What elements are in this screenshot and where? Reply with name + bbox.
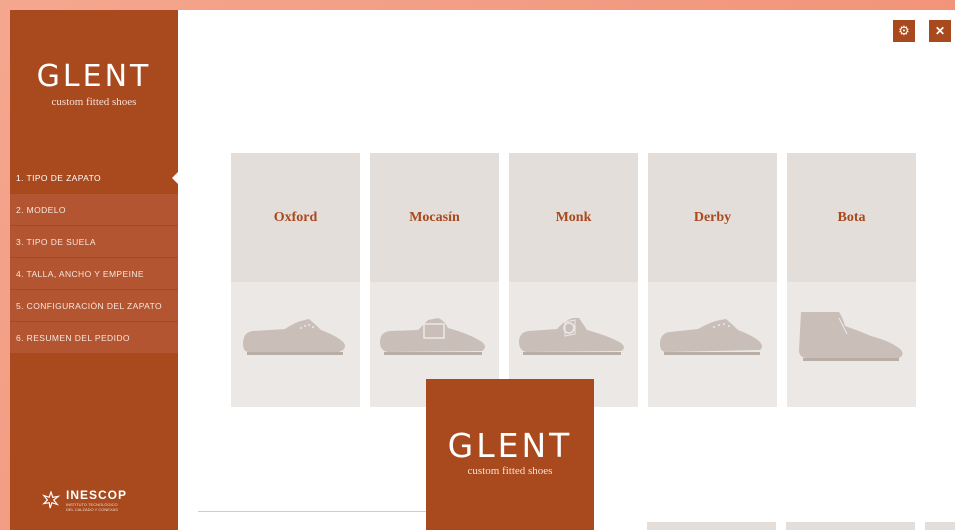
shoe-card-bota[interactable]: Bota xyxy=(787,153,916,407)
boot-icon xyxy=(799,312,903,361)
loafer-shoe-icon xyxy=(380,318,485,355)
nav-step-modelo[interactable]: 2. MODELO xyxy=(10,194,178,226)
logo-wordmark: GLENT xyxy=(36,59,152,94)
step-nav: 1. TIPO DE ZAPATO 2. MODELO 3. TIPO DE S… xyxy=(10,162,179,354)
derby-shoe-icon xyxy=(660,319,762,355)
splash-logo-overlay: GLENT custom fitted shoes xyxy=(426,379,594,530)
gear-icon: ⚙ xyxy=(898,23,910,38)
nav-step-talla-ancho-empeine[interactable]: 4. TALLA, ANCHO Y EMPEINE xyxy=(10,258,178,290)
app-window: GLENT custom fitted shoes 1. TIPO DE ZAP… xyxy=(10,10,955,530)
brand-logo: GLENT custom fitted shoes xyxy=(10,59,178,109)
partner-subtitle-2: DEL CALZADO Y CONEXAS xyxy=(66,507,118,512)
monk-shoe-icon xyxy=(519,318,624,355)
oxford-shoe-icon xyxy=(243,319,345,355)
shoe-card-title: Monk xyxy=(555,209,592,225)
nav-step-configuracion[interactable]: 5. CONFIGURACIÓN DEL ZAPATO xyxy=(10,290,178,322)
shoe-card-derby[interactable]: Derby xyxy=(648,153,777,407)
shoe-card-title: Derby xyxy=(693,209,732,225)
shoe-card-partial xyxy=(786,522,915,530)
partner-logo: INESCOP INSTITUTO TECNOLÓGICO DEL CALZAD… xyxy=(42,488,127,512)
settings-button[interactable]: ⚙ xyxy=(893,20,915,42)
shoe-card-title: Bota xyxy=(837,209,866,225)
sidebar: GLENT custom fitted shoes 1. TIPO DE ZAP… xyxy=(10,10,179,530)
close-icon: ✕ xyxy=(934,24,946,38)
shoe-card-partial xyxy=(647,522,776,530)
content-divider xyxy=(198,511,428,512)
nav-step-resumen[interactable]: 6. RESUMEN DEL PEDIDO xyxy=(10,322,178,354)
shoe-card-oxford[interactable]: Oxford xyxy=(231,153,360,407)
shoe-card-monk[interactable]: Monk xyxy=(509,153,638,407)
inescop-mark-icon xyxy=(42,491,60,509)
splash-logo-wordmark: GLENT xyxy=(447,426,573,465)
shoe-card-title: Oxford xyxy=(273,209,318,225)
close-button[interactable]: ✕ xyxy=(929,20,951,42)
shoe-card-mocasin[interactable]: Mocasín xyxy=(370,153,499,407)
logo-tagline: custom fitted shoes xyxy=(51,96,137,108)
splash-logo-tagline: custom fitted shoes xyxy=(467,465,553,477)
shoe-card-title: Mocasín xyxy=(409,209,460,225)
nav-step-tipo-de-zapato[interactable]: 1. TIPO DE ZAPATO xyxy=(10,162,179,194)
shoe-card-partial xyxy=(925,522,955,530)
nav-step-tipo-de-suela[interactable]: 3. TIPO DE SUELA xyxy=(10,226,178,258)
partner-name: INESCOP xyxy=(66,488,128,502)
